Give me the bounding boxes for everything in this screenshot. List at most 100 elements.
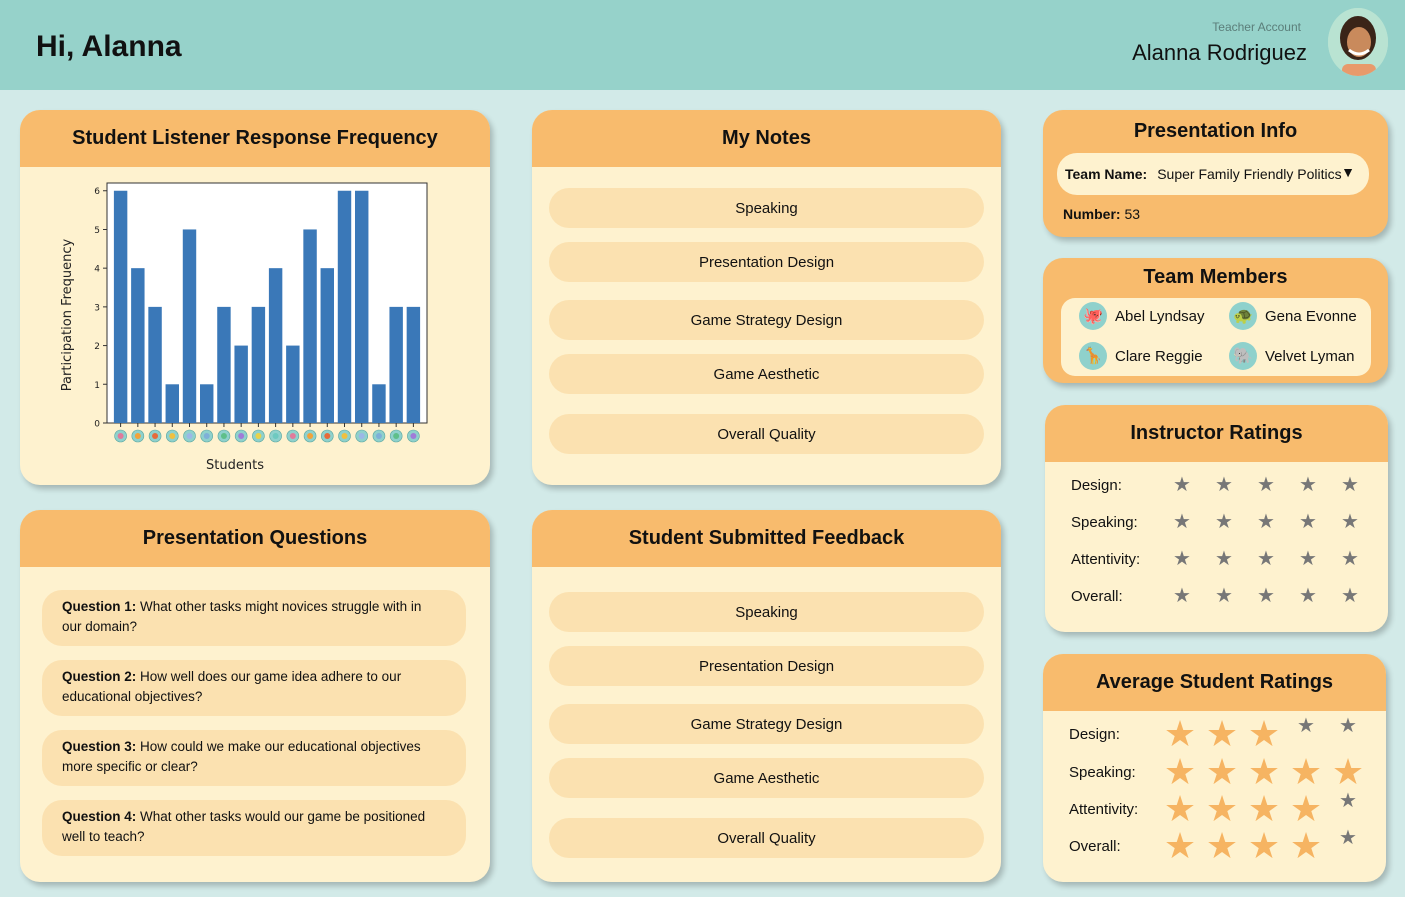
note-game-aesthetic[interactable]: Game Aesthetic [549, 354, 984, 394]
empty-star-icon[interactable]: ★ [1329, 586, 1371, 606]
empty-star-icon[interactable]: ★ [1245, 475, 1287, 495]
empty-star-icon[interactable]: ★ [1327, 828, 1369, 864]
empty-star-icon[interactable]: ★ [1287, 549, 1329, 569]
dropdown-arrow-icon[interactable]: ▼ [1341, 164, 1355, 180]
empty-star-icon[interactable]: ★ [1203, 586, 1245, 606]
filled-star-icon[interactable]: ★ [1285, 754, 1327, 790]
filled-star-icon[interactable]: ★ [1201, 716, 1243, 752]
empty-star-icon[interactable]: ★ [1329, 549, 1371, 569]
empty-star-icon[interactable]: ★ [1327, 716, 1369, 752]
team-member[interactable]: 🐘 Velvet Lyman [1229, 342, 1355, 370]
star-rating[interactable]: ★ ★ ★ ★ ★ [1161, 549, 1371, 569]
rating-label: Design: [1069, 725, 1120, 743]
filled-star-icon[interactable]: ★ [1285, 791, 1327, 827]
empty-star-icon[interactable]: ★ [1161, 549, 1203, 569]
filled-star-icon[interactable]: ★ [1243, 828, 1285, 864]
user-avatar[interactable] [1328, 8, 1388, 76]
empty-star-icon[interactable]: ★ [1287, 475, 1329, 495]
question-item[interactable]: Question 3: How could we make our educat… [42, 730, 466, 786]
bar [268, 268, 283, 423]
rating-label: Overall: [1069, 837, 1121, 855]
note-presentation-design[interactable]: Presentation Design [549, 242, 984, 282]
member-name: Velvet Lyman [1265, 347, 1355, 365]
empty-star-icon[interactable]: ★ [1329, 512, 1371, 532]
team-member[interactable]: 🐢 Gena Evonne [1229, 302, 1357, 330]
greeting: Hi, Alanna [36, 30, 182, 63]
card-title: Team Members [1143, 266, 1288, 288]
star-rating[interactable]: ★ ★ ★ ★ ★ [1159, 754, 1369, 790]
star-rating[interactable]: ★ ★ ★ ★ ★ [1159, 716, 1369, 752]
card-title: Student Listener Response Frequency [20, 110, 490, 167]
rating-row: Overall: ★ ★ ★ ★ ★ [1071, 586, 1371, 606]
question-item[interactable]: Question 2: How well does our game idea … [42, 660, 466, 716]
rating-label: Design: [1071, 476, 1122, 494]
question-text: How well does our game idea adhere to ou… [140, 669, 402, 684]
empty-star-icon[interactable]: ★ [1161, 475, 1203, 495]
card-title: Presentation Info [1133, 120, 1298, 142]
rating-row: Attentivity: ★ ★ ★ ★ ★ [1069, 791, 1369, 827]
rating-row: Overall: ★ ★ ★ ★ ★ [1069, 828, 1369, 864]
filled-star-icon[interactable]: ★ [1159, 716, 1201, 752]
empty-star-icon[interactable]: ★ [1203, 549, 1245, 569]
star-rating[interactable]: ★ ★ ★ ★ ★ [1159, 791, 1369, 827]
star-rating[interactable]: ★ ★ ★ ★ ★ [1161, 475, 1371, 495]
rating-label: Speaking: [1071, 513, 1138, 531]
feedback-overall-quality[interactable]: Overall Quality [549, 818, 984, 858]
question-text: more specific or clear? [62, 759, 198, 774]
empty-star-icon[interactable]: ★ [1161, 512, 1203, 532]
number-value: 53 [1124, 206, 1141, 222]
filled-star-icon[interactable]: ★ [1327, 754, 1369, 790]
student-avatar-icon [203, 433, 210, 439]
empty-star-icon[interactable]: ★ [1287, 512, 1329, 532]
bar [148, 306, 162, 423]
note-speaking[interactable]: Speaking [549, 188, 984, 228]
empty-star-icon[interactable]: ★ [1245, 549, 1287, 569]
empty-star-icon[interactable]: ★ [1203, 512, 1245, 532]
feedback-game-aesthetic[interactable]: Game Aesthetic [549, 758, 984, 798]
student-avatar-icon [169, 433, 176, 439]
student-avatar-icon [238, 433, 245, 439]
filled-star-icon[interactable]: ★ [1159, 828, 1201, 864]
empty-star-icon[interactable]: ★ [1287, 586, 1329, 606]
note-game-strategy-design[interactable]: Game Strategy Design [549, 300, 984, 340]
avatar-portrait-icon [1328, 8, 1388, 76]
filled-star-icon[interactable]: ★ [1243, 716, 1285, 752]
empty-star-icon[interactable]: ★ [1285, 716, 1327, 752]
question-item[interactable]: Question 1: What other tasks might novic… [42, 590, 466, 646]
star-rating[interactable]: ★ ★ ★ ★ ★ [1159, 828, 1369, 864]
card-title: Presentation Questions [20, 510, 490, 567]
y-tick-label: 5 [94, 226, 100, 236]
team-member[interactable]: 🦒 Clare Reggie [1079, 342, 1203, 370]
feedback-presentation-design[interactable]: Presentation Design [549, 646, 984, 686]
filled-star-icon[interactable]: ★ [1201, 828, 1243, 864]
octopus-icon: 🐙 [1079, 302, 1107, 330]
empty-star-icon[interactable]: ★ [1329, 475, 1371, 495]
feedback-game-strategy-design[interactable]: Game Strategy Design [549, 704, 984, 744]
filled-star-icon[interactable]: ★ [1201, 754, 1243, 790]
presentation-number: Number: 53 [1063, 206, 1140, 222]
question-label: Question 2: [62, 669, 137, 684]
filled-star-icon[interactable]: ★ [1159, 754, 1201, 790]
question-item[interactable]: Question 4: What other tasks would our g… [42, 800, 466, 856]
member-name: Clare Reggie [1115, 347, 1203, 365]
team-member[interactable]: 🐙 Abel Lyndsay [1079, 302, 1205, 330]
empty-star-icon[interactable]: ★ [1245, 586, 1287, 606]
filled-star-icon[interactable]: ★ [1159, 791, 1201, 827]
filled-star-icon[interactable]: ★ [1243, 754, 1285, 790]
rating-label: Overall: [1071, 587, 1123, 605]
star-rating[interactable]: ★ ★ ★ ★ ★ [1161, 512, 1371, 532]
empty-star-icon[interactable]: ★ [1245, 512, 1287, 532]
filled-star-icon[interactable]: ★ [1243, 791, 1285, 827]
member-name: Abel Lyndsay [1115, 307, 1205, 325]
empty-star-icon[interactable]: ★ [1161, 586, 1203, 606]
user-name[interactable]: Alanna Rodriguez [1132, 40, 1307, 66]
feedback-speaking[interactable]: Speaking [549, 592, 984, 632]
student-avatar-icon [307, 433, 314, 439]
star-rating[interactable]: ★ ★ ★ ★ ★ [1161, 586, 1371, 606]
filled-star-icon[interactable]: ★ [1285, 828, 1327, 864]
note-overall-quality[interactable]: Overall Quality [549, 414, 984, 454]
empty-star-icon[interactable]: ★ [1327, 791, 1369, 827]
empty-star-icon[interactable]: ★ [1203, 475, 1245, 495]
team-name-select[interactable]: Team Name: Super Family Friendly Politic… [1057, 153, 1369, 195]
filled-star-icon[interactable]: ★ [1201, 791, 1243, 827]
